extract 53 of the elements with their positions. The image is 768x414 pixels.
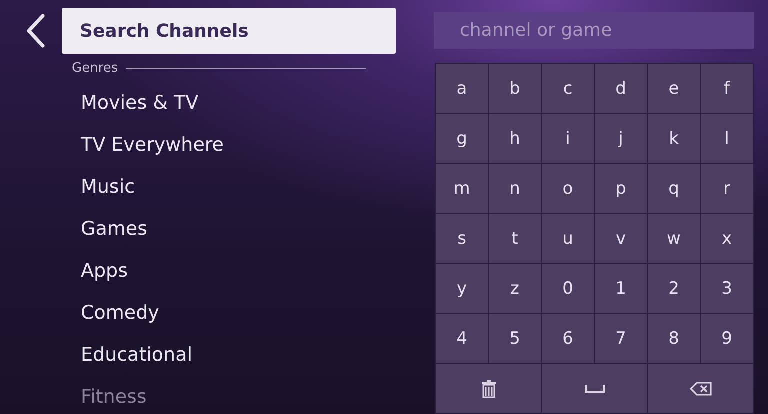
keyboard-key[interactable]: 5 (489, 314, 541, 363)
keyboard-key[interactable]: w (648, 214, 700, 263)
genre-item[interactable]: Movies & TV (81, 82, 396, 124)
genre-item[interactable]: Comedy (81, 292, 396, 334)
search-channels-menu-item[interactable]: Search Channels (62, 8, 396, 54)
keyboard-key[interactable]: v (595, 214, 647, 263)
keyboard-key[interactable]: 8 (648, 314, 700, 363)
keyboard-key[interactable]: a (436, 64, 488, 113)
genre-item[interactable]: Games (81, 208, 396, 250)
keyboard-key[interactable]: c (542, 64, 594, 113)
keyboard-key[interactable]: b (489, 64, 541, 113)
keyboard-key[interactable]: j (595, 114, 647, 163)
backspace-icon (690, 382, 712, 396)
keyboard-key[interactable]: f (701, 64, 753, 113)
keyboard-key[interactable]: h (489, 114, 541, 163)
keyboard-key[interactable]: k (648, 114, 700, 163)
keyboard-key[interactable]: 6 (542, 314, 594, 363)
keyboard-key[interactable]: p (595, 164, 647, 213)
keyboard-key[interactable]: s (436, 214, 488, 263)
keyboard-key[interactable]: d (595, 64, 647, 113)
keyboard-key[interactable]: z (489, 264, 541, 313)
clear-key[interactable] (436, 364, 541, 413)
keyboard-key[interactable]: r (701, 164, 753, 213)
keyboard-key[interactable]: y (436, 264, 488, 313)
keyboard-key[interactable]: n (489, 164, 541, 213)
keyboard-key[interactable]: 7 (595, 314, 647, 363)
keyboard-key[interactable]: u (542, 214, 594, 263)
keyboard-key[interactable]: t (489, 214, 541, 263)
search-field[interactable]: channel or game (434, 12, 754, 49)
keyboard-key[interactable]: 1 (595, 264, 647, 313)
keyboard-key[interactable]: i (542, 114, 594, 163)
back-icon[interactable] (26, 14, 46, 48)
genre-item[interactable]: TV Everywhere (81, 124, 396, 166)
keyboard-key[interactable]: g (436, 114, 488, 163)
keyboard-key[interactable]: o (542, 164, 594, 213)
genre-item[interactable]: Educational (81, 334, 396, 376)
genre-item[interactable]: Fitness (81, 376, 396, 414)
keyboard-key[interactable]: 0 (542, 264, 594, 313)
keyboard-key[interactable]: 3 (701, 264, 753, 313)
backspace-key[interactable] (648, 364, 753, 413)
keyboard-key[interactable]: l (701, 114, 753, 163)
keyboard-key[interactable]: x (701, 214, 753, 263)
keyboard-key[interactable]: e (648, 64, 700, 113)
genre-item[interactable]: Music (81, 166, 396, 208)
keyboard-key[interactable]: 4 (436, 314, 488, 363)
keyboard-key[interactable]: q (648, 164, 700, 213)
keyboard-key[interactable]: 9 (701, 314, 753, 363)
genre-item[interactable]: Apps (81, 250, 396, 292)
space-icon (584, 384, 604, 392)
trash-icon (480, 380, 496, 398)
keyboard-key[interactable]: m (436, 164, 488, 213)
keyboard-key[interactable]: 2 (648, 264, 700, 313)
genres-heading: Genres (72, 61, 118, 76)
